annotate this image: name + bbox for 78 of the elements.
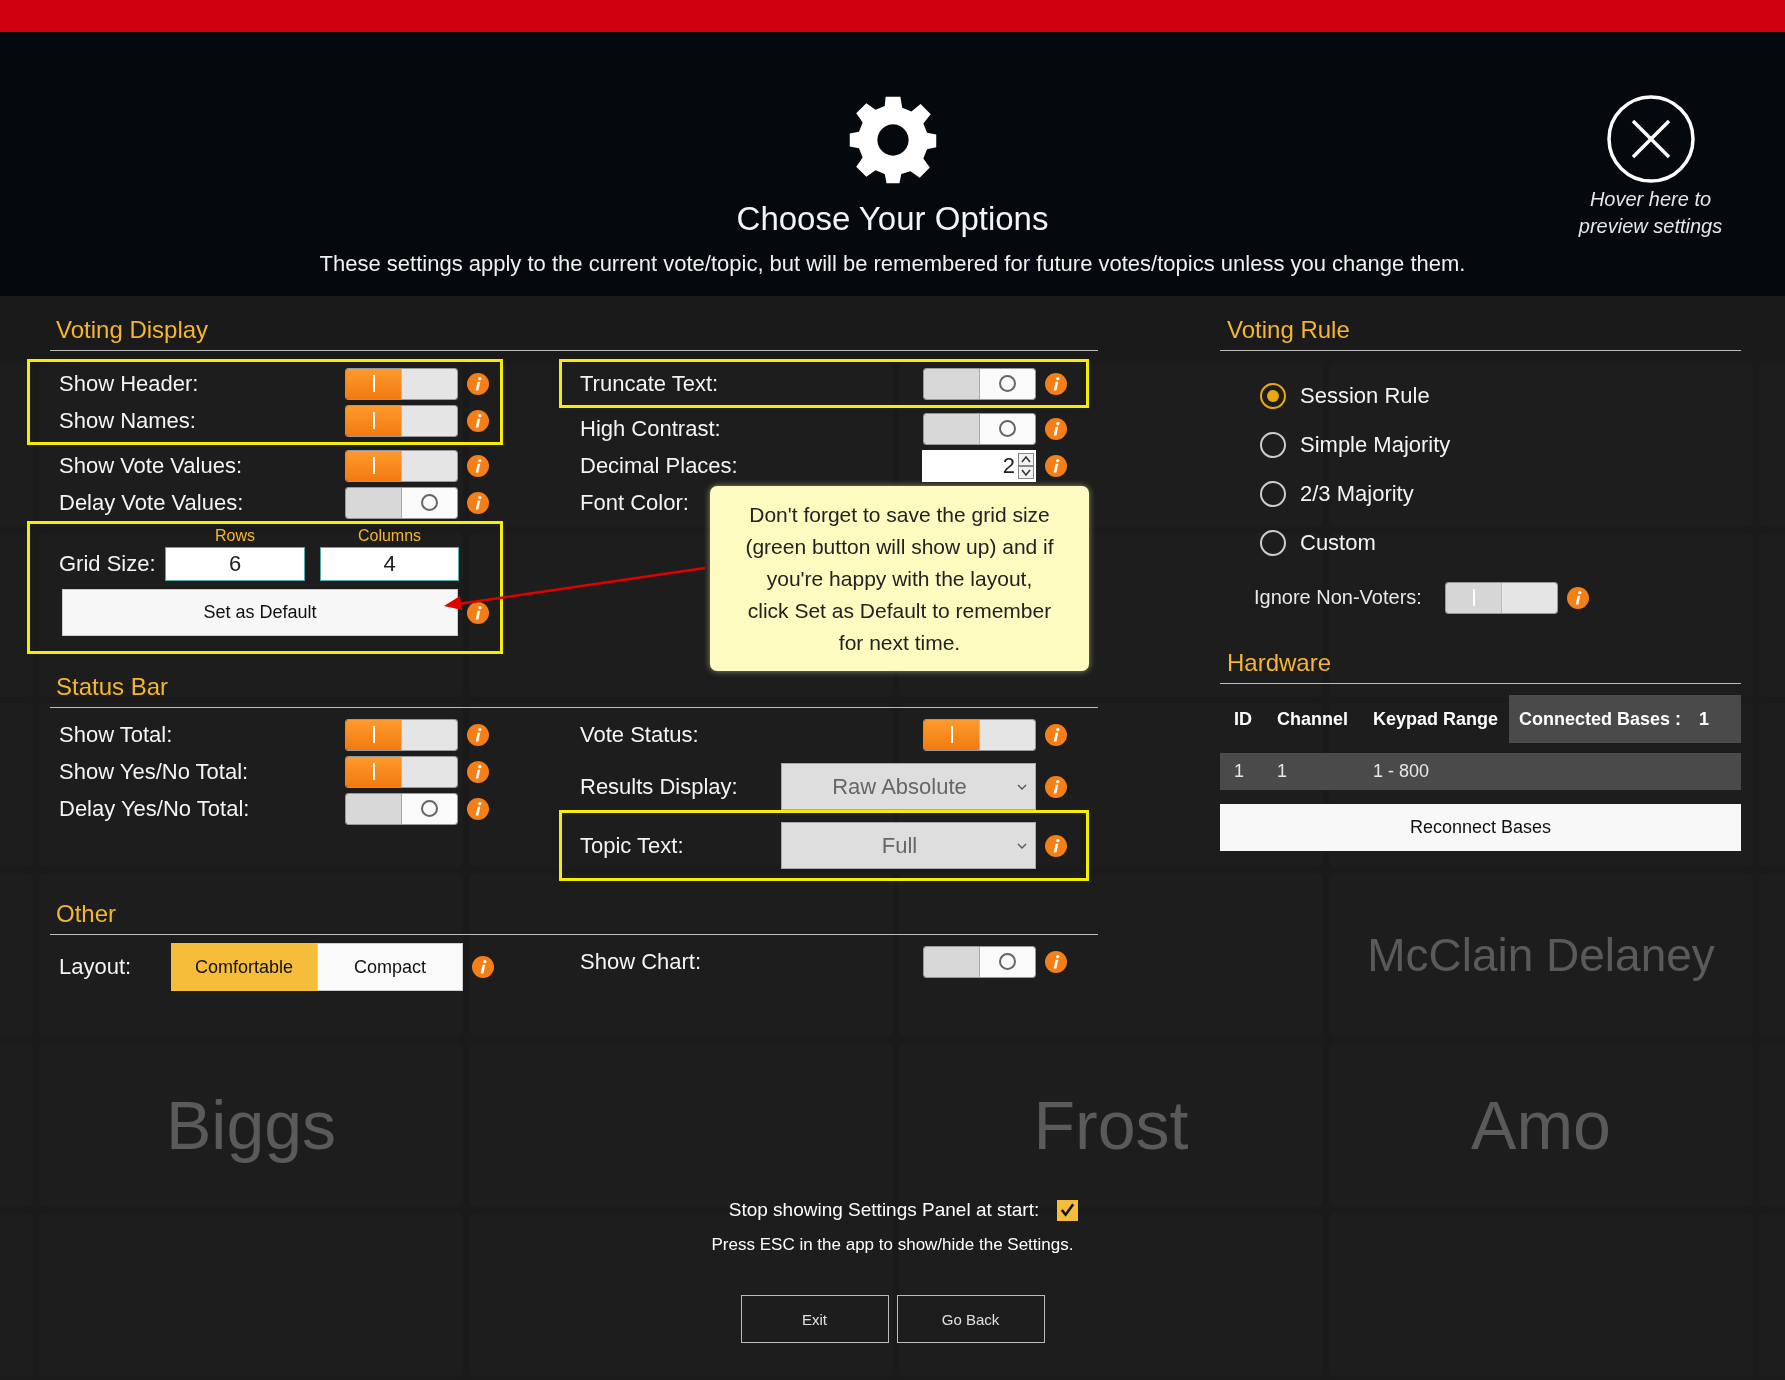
section-heading: Other	[55, 899, 118, 929]
subtitle: These settings apply to the current vote/topic, but will be remembered for future votes/topics unless you change them.	[318, 250, 1467, 278]
background-name: Biggs	[165, 1087, 337, 1163]
setting-label: Grid Size:	[59, 551, 157, 577]
segment-button[interactable]: Compact	[317, 943, 463, 991]
toggle-switch[interactable]	[345, 718, 458, 751]
column-header: ID	[1233, 708, 1253, 730]
radio-button[interactable]	[1260, 480, 1286, 507]
setting-label: Show Names:	[59, 407, 197, 434]
toggle-switch[interactable]	[345, 367, 458, 400]
toggle-switch[interactable]	[923, 718, 1036, 751]
toggle-switch[interactable]	[345, 404, 458, 437]
setting-label: Delay Yes/No Total:	[59, 795, 251, 822]
background-name: Frost	[1033, 1087, 1189, 1163]
dropdown[interactable]: Raw Absolute	[781, 763, 1036, 810]
set-default-button[interactable]: Set as Default	[62, 589, 458, 636]
setting-label: Show Total:	[59, 721, 174, 748]
number-field[interactable]: 2	[922, 449, 1036, 482]
setting-label: Show Header:	[59, 370, 200, 397]
table-cell-text: 1 - 800	[1372, 761, 1431, 782]
checkbox[interactable]	[1057, 1199, 1079, 1221]
checkbox-label: Stop showing Settings Panel at start:	[728, 1199, 1040, 1221]
radio-button[interactable]	[1260, 382, 1286, 409]
footer-button[interactable]: Exit	[740, 1295, 889, 1343]
toggle-switch[interactable]	[923, 412, 1036, 445]
column-header: Channel	[1276, 708, 1349, 730]
number-field[interactable]: 4	[320, 547, 459, 581]
radio-label[interactable]: Custom	[1300, 529, 1376, 556]
chevron-icon	[1017, 842, 1027, 849]
background-name: McClain Delaney	[1367, 929, 1715, 981]
setting-label: Layout:	[59, 954, 133, 980]
chevron-icon	[1017, 783, 1027, 790]
toggle-switch[interactable]	[345, 755, 458, 788]
setting-label: Results Display:	[580, 773, 739, 800]
setting-label: Show Chart:	[580, 948, 703, 975]
section-heading: Voting Rule	[1226, 315, 1351, 345]
setting-label: Font Color:	[580, 489, 689, 516]
setting-label: Vote Status:	[580, 721, 700, 748]
radio-label[interactable]: 2/3 Majority	[1300, 480, 1414, 507]
setting-label: Ignore Non-Voters:	[1254, 586, 1423, 609]
table-cell-text: 1	[1276, 761, 1288, 782]
setting-label: Show Yes/No Total:	[59, 758, 250, 785]
toggle-switch[interactable]	[345, 449, 458, 482]
background-name: Amo	[1471, 1087, 1611, 1163]
connected-label: Connected Bases :	[1519, 708, 1682, 730]
connected-count: 1	[1699, 708, 1710, 730]
toggle-switch[interactable]	[923, 367, 1036, 400]
radio-button[interactable]	[1260, 431, 1286, 458]
spinner-icon	[1018, 452, 1034, 479]
column-header: Keypad Range	[1372, 708, 1500, 730]
section-heading: Status Bar	[55, 672, 170, 702]
hint-text: Press ESC in the app to show/hide the Settings.	[711, 1235, 1074, 1255]
radio-button[interactable]	[1260, 529, 1286, 556]
toggle-switch[interactable]	[345, 792, 458, 825]
setting-label: High Contrast:	[580, 415, 722, 442]
dialog-title: Choose Your Options	[736, 200, 1049, 238]
dropdown[interactable]: Full	[781, 822, 1036, 869]
callout: Don't forget to save the grid size (green button will show up) and if you're happy with the layout, click Set as Default to remember for next time.	[710, 486, 1089, 671]
setting-label: Delay Vote Values:	[59, 489, 245, 516]
setting-label: Topic Text:	[580, 832, 685, 859]
radio-label[interactable]: Session Rule	[1300, 382, 1430, 409]
setting-label: Truncate Text:	[580, 370, 720, 397]
toggle-switch[interactable]	[345, 486, 458, 519]
field-caption: Columns	[356, 527, 423, 545]
field-caption: Rows	[214, 527, 256, 545]
radio-label[interactable]: Simple Majority	[1300, 431, 1451, 458]
toggle-switch[interactable]	[923, 945, 1036, 978]
reconnect-button[interactable]: Reconnect Bases	[1220, 804, 1741, 851]
segment-button[interactable]: Comfortable	[171, 943, 317, 991]
number-field[interactable]: 6	[165, 547, 305, 581]
preview-hint: Hover here to preview settings	[1577, 187, 1724, 239]
close-icon[interactable]	[1605, 94, 1696, 184]
section-heading: Voting Display	[55, 315, 210, 345]
table-cell-text: 1	[1233, 761, 1245, 782]
setting-label: Show Vote Values:	[59, 452, 244, 479]
footer-button[interactable]: Go Back	[896, 1295, 1045, 1343]
setting-label: Decimal Places:	[580, 452, 739, 479]
section-heading: Hardware	[1226, 648, 1333, 678]
